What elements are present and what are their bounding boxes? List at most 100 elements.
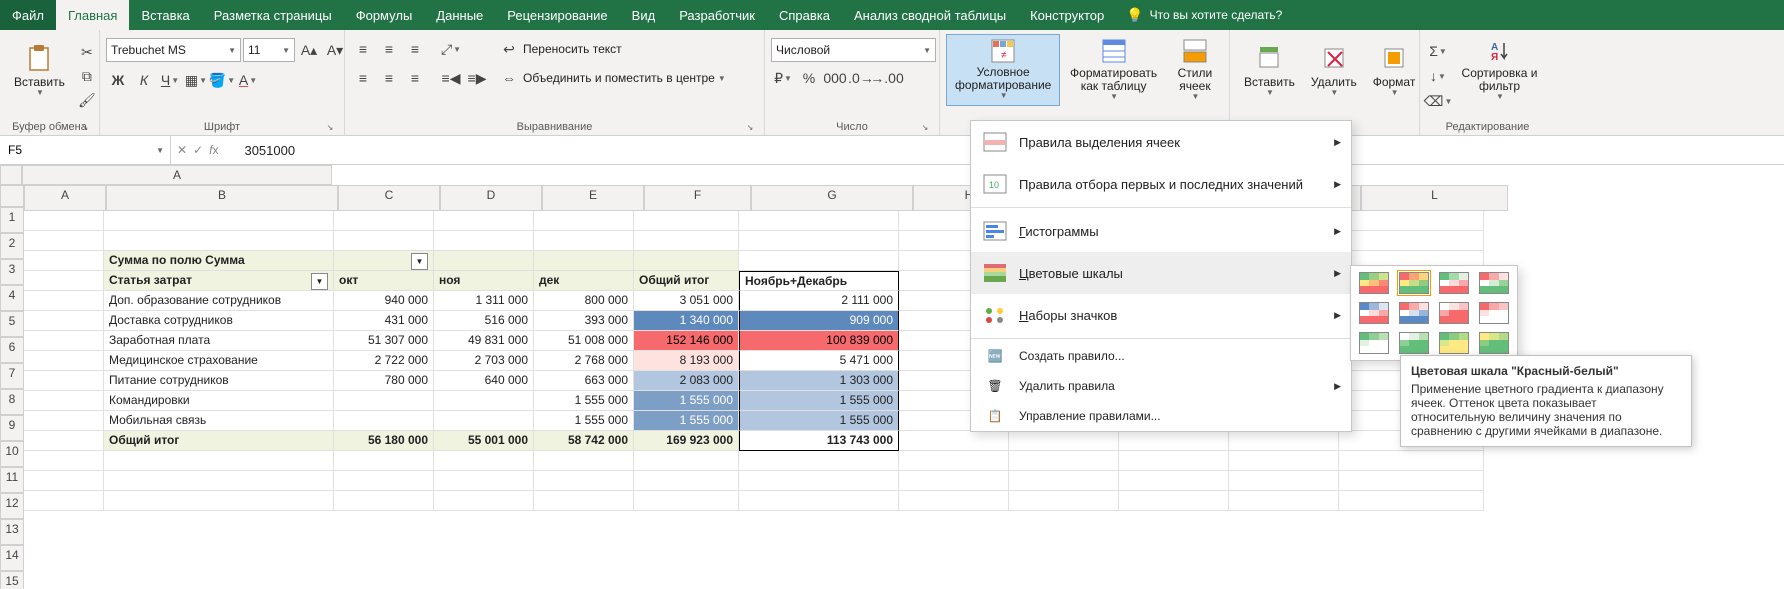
font-color-button[interactable]: A▼ — [236, 68, 260, 92]
cell-styles-button[interactable]: Стили ячеек▼ — [1167, 34, 1223, 106]
number-format-combo[interactable]: Числовой ▼ — [771, 38, 936, 62]
tab-formulas[interactable]: Формулы — [344, 0, 425, 30]
row-11[interactable]: 11 — [0, 467, 24, 493]
tab-home[interactable]: Главная — [56, 0, 129, 30]
col-A[interactable]: A — [24, 185, 106, 211]
decrease-font-button[interactable]: A▾ — [323, 38, 347, 62]
insert-button[interactable]: Вставить▼ — [1236, 34, 1303, 106]
scale-white-red[interactable] — [1439, 302, 1469, 324]
tab-data[interactable]: Данные — [424, 0, 495, 30]
col-F[interactable]: F — [644, 185, 751, 211]
sheet-grid[interactable]: A — [0, 165, 1784, 185]
scale-green-white[interactable] — [1359, 332, 1389, 354]
format-button[interactable]: Формат▼ — [1365, 34, 1424, 106]
accept-edit-button[interactable]: ✓ — [193, 143, 203, 157]
align-right-button[interactable]: ≡ — [403, 66, 427, 90]
scale-red-white-green[interactable] — [1479, 272, 1509, 294]
name-box-input[interactable] — [0, 143, 149, 157]
cf-new-rule[interactable]: 🆕 Создать правило... — [971, 341, 1351, 371]
align-launcher[interactable]: ↘ — [744, 121, 756, 133]
scale-red-white[interactable] — [1479, 302, 1509, 324]
cf-data-bars[interactable]: ГГистограммыистограммы ▶ — [971, 210, 1351, 252]
decrease-indent-button[interactable]: ≡◀ — [439, 66, 463, 90]
cut-button[interactable]: ✂ — [75, 40, 99, 64]
sort-filter-button[interactable]: АЯ Сортировка и фильтр▼ — [1450, 34, 1549, 106]
cf-manage-rules[interactable]: 📋 Управление правилами... — [971, 401, 1351, 431]
conditional-formatting-button[interactable]: ≠ Условное форматирование▼ — [946, 34, 1060, 106]
font-size-combo[interactable]: 11 ▼ — [243, 38, 295, 62]
row-8[interactable]: 8 — [0, 389, 24, 415]
tell-me-box[interactable]: 💡 Что вы хотите сделать? — [1126, 0, 1282, 30]
underline-button[interactable]: Ч▼ — [158, 68, 182, 92]
cf-highlight-rules[interactable]: Правила выделения ячеек ▶ — [971, 121, 1351, 163]
align-bottom-button[interactable]: ≡ — [403, 37, 427, 61]
border-button[interactable]: ▦▼ — [184, 68, 208, 92]
col-G[interactable]: G — [751, 185, 913, 211]
col-B[interactable]: B — [106, 185, 338, 211]
font-launcher[interactable]: ↘ — [324, 121, 336, 133]
cf-clear-rules[interactable]: 🗑 Удалить правила ▶ — [971, 371, 1351, 401]
row-14[interactable]: 14 — [0, 545, 24, 571]
cf-icon-sets[interactable]: Наборы значков ▶ — [971, 294, 1351, 336]
tab-review[interactable]: Рецензирование — [495, 0, 619, 30]
scale-red-yellow-green[interactable] — [1399, 272, 1429, 294]
format-as-table-button[interactable]: Форматировать как таблицу▼ — [1060, 34, 1167, 106]
align-center-button[interactable]: ≡ — [377, 66, 401, 90]
tab-file[interactable]: Файл — [0, 0, 56, 30]
bold-button[interactable]: Ж — [106, 68, 130, 92]
italic-button[interactable]: К — [132, 68, 156, 92]
merge-center-button[interactable]: ⇔ Объединить и поместить в центре ▼ — [497, 66, 726, 90]
scale-green-white-red[interactable] — [1439, 272, 1469, 294]
select-all[interactable] — [0, 185, 24, 207]
row-15[interactable]: 15 — [0, 571, 24, 589]
row-7[interactable]: 7 — [0, 363, 24, 389]
col-L[interactable]: L — [1361, 185, 1508, 211]
format-painter-button[interactable]: 🖌 — [75, 88, 99, 112]
fill-color-button[interactable]: 🪣▼ — [210, 68, 234, 92]
cancel-edit-button[interactable]: ✕ — [177, 143, 187, 157]
row-10[interactable]: 10 — [0, 441, 24, 467]
row-5[interactable]: 5 — [0, 311, 24, 337]
row-1[interactable]: 1 — [0, 207, 24, 233]
row-2[interactable]: 2 — [0, 233, 24, 259]
tab-page-layout[interactable]: Разметка страницы — [202, 0, 344, 30]
row-12[interactable]: 12 — [0, 493, 24, 519]
name-box[interactable]: ▼ — [0, 136, 171, 164]
scale-green-yellow-red[interactable] — [1359, 272, 1389, 294]
copy-button[interactable]: ⧉ — [75, 64, 99, 88]
number-launcher[interactable]: ↘ — [919, 121, 931, 133]
row-9[interactable]: 9 — [0, 415, 24, 441]
insert-fx-button[interactable]: fx — [209, 143, 218, 157]
name-box-drop-icon[interactable]: ▼ — [150, 146, 170, 155]
tab-help[interactable]: Справка — [767, 0, 842, 30]
tab-pivot-design[interactable]: Конструктор — [1018, 0, 1116, 30]
row-3[interactable]: 3 — [0, 259, 24, 285]
select-all-corner[interactable] — [0, 165, 22, 185]
tab-view[interactable]: Вид — [620, 0, 668, 30]
fill-button[interactable]: ↓▼ — [1426, 64, 1450, 88]
currency-button[interactable]: ₽▼ — [771, 66, 795, 90]
col-E[interactable]: E — [542, 185, 644, 211]
tab-insert[interactable]: Вставка — [129, 0, 201, 30]
col-A[interactable]: A — [22, 165, 332, 185]
thousands-button[interactable]: 000 — [823, 66, 847, 90]
col-filter-button[interactable]: ▼ — [411, 253, 428, 270]
increase-indent-button[interactable]: ≡▶ — [465, 66, 489, 90]
row-6[interactable]: 6 — [0, 337, 24, 363]
tab-pivot-analyze[interactable]: Анализ сводной таблицы — [842, 0, 1018, 30]
col-C[interactable]: C — [338, 185, 440, 211]
row-4[interactable]: 4 — [0, 285, 24, 311]
clear-button[interactable]: ⌫▼ — [1426, 89, 1450, 113]
increase-decimal-button[interactable]: →.00 — [875, 66, 899, 90]
orientation-button[interactable]: ⤢▼ — [439, 37, 463, 61]
row-13[interactable]: 13 — [0, 519, 24, 545]
percent-button[interactable]: % — [797, 66, 821, 90]
wrap-text-button[interactable]: ↩ Переносить текст — [497, 37, 726, 61]
scale-red-white-blue[interactable] — [1399, 302, 1429, 324]
cf-color-scales[interactable]: Цветовые шкалы ▶ — [971, 252, 1351, 294]
delete-button[interactable]: Удалить▼ — [1303, 34, 1365, 106]
align-top-button[interactable]: ≡ — [351, 37, 375, 61]
scale-yellow-green[interactable] — [1479, 332, 1509, 354]
paste-button[interactable]: Вставить ▼ — [6, 34, 73, 106]
align-middle-button[interactable]: ≡ — [377, 37, 401, 61]
